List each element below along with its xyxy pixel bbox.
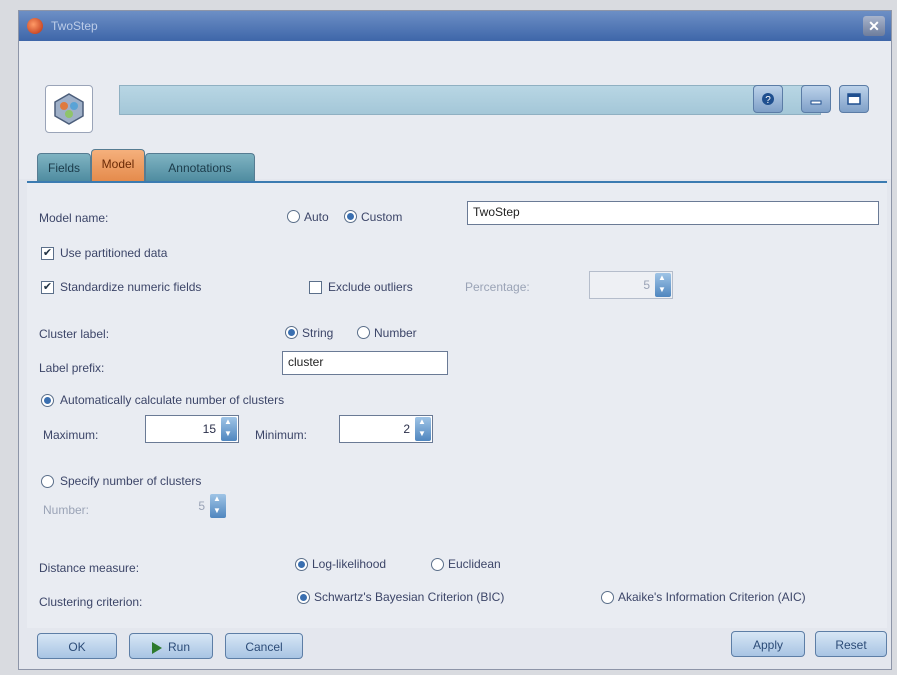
criterion-aic-radio[interactable]	[601, 591, 614, 604]
tab-annotations[interactable]: Annotations	[145, 153, 255, 181]
model-name-auto-label: Auto	[304, 210, 329, 224]
model-name-auto-radio[interactable]	[287, 210, 300, 223]
percentage-value: 5	[643, 278, 650, 292]
maximum-spin-buttons[interactable]	[221, 417, 237, 441]
specify-clusters-radio[interactable]	[41, 475, 54, 488]
number-spinner[interactable]: 5	[125, 493, 227, 521]
auto-clusters-radio[interactable]	[41, 394, 54, 407]
criterion-bic-label: Schwartz's Bayesian Criterion (BIC)	[314, 590, 505, 604]
model-name-label: Model name:	[39, 211, 109, 225]
minimum-spin-buttons[interactable]	[415, 417, 431, 441]
percentage-label: Percentage:	[465, 280, 530, 294]
use-partitioned-checkbox[interactable]: ✔	[41, 247, 54, 260]
run-label: Run	[167, 640, 190, 654]
exclude-outliers-checkbox[interactable]	[309, 281, 322, 294]
cluster-label-number-radio[interactable]	[357, 326, 370, 339]
reset-button[interactable]: Reset	[815, 631, 887, 657]
distance-loglikelihood-label: Log-likelihood	[312, 557, 387, 571]
minimum-value: 2	[403, 422, 410, 436]
run-button[interactable]: Run	[129, 633, 213, 659]
number-label: Number:	[43, 503, 90, 517]
clustering-criterion-label: Clustering criterion:	[39, 595, 143, 609]
app-icon	[27, 18, 43, 34]
specify-clusters-label: Specify number of clusters	[60, 474, 202, 488]
exclude-outliers-label: Exclude outliers	[328, 280, 413, 294]
close-button[interactable]: ✕	[863, 16, 885, 36]
cancel-button[interactable]: Cancel	[225, 633, 303, 659]
maximize-icon	[847, 93, 861, 105]
use-partitioned-label: Use partitioned data	[60, 246, 168, 260]
label-prefix-input[interactable]: cluster	[282, 351, 448, 375]
twostep-dialog: TwoStep ✕ ? Fields Model Annotations Mod…	[18, 10, 892, 670]
cluster-label-string-radio[interactable]	[285, 326, 298, 339]
cluster-label-string-label: String	[302, 326, 334, 340]
svg-text:?: ?	[765, 95, 771, 106]
number-value: 5	[198, 499, 205, 513]
maximum-spinner[interactable]: 15	[145, 415, 239, 443]
window-title: TwoStep	[51, 19, 98, 33]
maximize-button[interactable]	[839, 85, 869, 113]
model-name-input[interactable]: TwoStep	[467, 201, 879, 225]
cluster-label-label: Cluster label:	[39, 327, 110, 341]
number-spin-buttons[interactable]	[210, 494, 226, 518]
ok-button[interactable]: OK	[37, 633, 117, 659]
distance-loglikelihood-radio[interactable]	[295, 558, 308, 571]
standardize-checkbox[interactable]: ✔	[41, 281, 54, 294]
help-button[interactable]: ?	[753, 85, 783, 113]
criterion-aic-label: Akaike's Information Criterion (AIC)	[618, 590, 806, 604]
minimize-icon	[810, 100, 822, 105]
cluster-label-number-label: Number	[374, 326, 417, 340]
label-prefix-label: Label prefix:	[39, 361, 105, 375]
distance-euclidean-label: Euclidean	[448, 557, 501, 571]
auto-clusters-label: Automatically calculate number of cluste…	[60, 393, 285, 407]
model-name-custom-radio[interactable]	[344, 210, 357, 223]
tab-model[interactable]: Model	[91, 149, 145, 181]
distance-euclidean-radio[interactable]	[431, 558, 444, 571]
standardize-label: Standardize numeric fields	[60, 280, 202, 294]
criterion-bic-radio[interactable]	[297, 591, 310, 604]
minimum-label: Minimum:	[255, 428, 308, 442]
apply-button[interactable]: Apply	[731, 631, 805, 657]
percentage-spinner[interactable]: 5	[589, 271, 673, 299]
maximum-value: 15	[202, 422, 216, 436]
play-icon	[151, 641, 162, 654]
help-icon: ?	[762, 93, 774, 106]
twostep-node-icon	[45, 85, 93, 133]
tab-fields[interactable]: Fields	[37, 153, 91, 181]
percentage-spin-buttons[interactable]	[655, 273, 671, 297]
distance-measure-label: Distance measure:	[39, 561, 140, 575]
minimum-spinner[interactable]: 2	[339, 415, 433, 443]
model-panel: Model name: Auto Custom TwoStep ✔ Use pa…	[27, 181, 887, 628]
title-bar[interactable]: TwoStep ✕	[19, 11, 891, 41]
model-name-custom-label: Custom	[361, 210, 403, 224]
node-name-bar	[119, 85, 821, 115]
minimize-button[interactable]	[801, 85, 831, 113]
maximum-label: Maximum:	[43, 428, 99, 442]
